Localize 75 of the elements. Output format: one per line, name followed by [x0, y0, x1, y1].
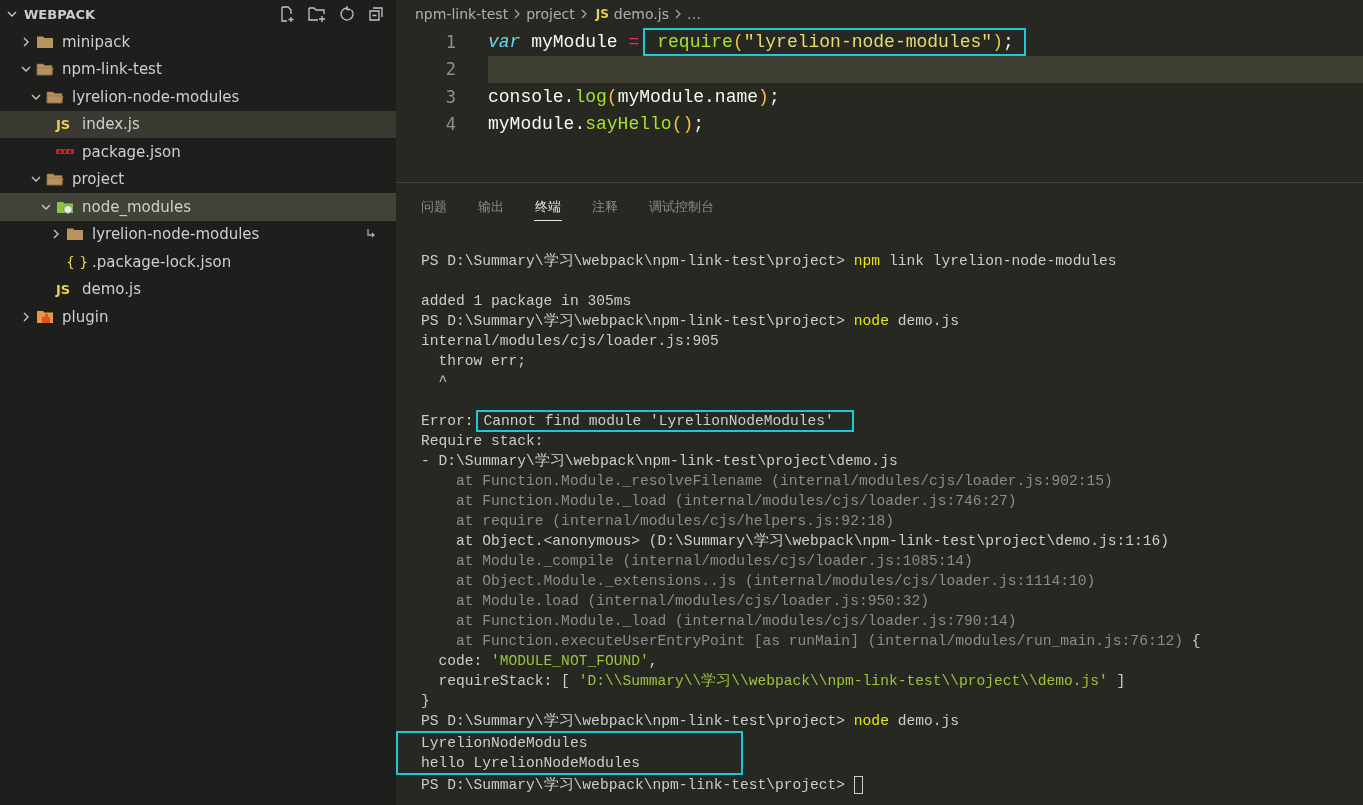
terminal-line: }: [421, 692, 431, 711]
terminal-line: at Module._compile (internal/modules/cjs/loader.js:1085:14): [455, 552, 974, 571]
js-file-icon: JS: [56, 116, 71, 132]
breadcrumb-item[interactable]: demo.js: [613, 6, 669, 22]
terminal-line: PS D:\Summary\学习\webpack\npm-link-test\project> node demo.js: [421, 312, 960, 331]
terminal-line: requireStack: [ 'D:\\Summary\\学习\\webpack\\npm-link-test\\project\\demo.js' ]: [437, 672, 1127, 691]
breadcrumb-item[interactable]: project: [526, 6, 575, 22]
chevron-icon: [579, 8, 588, 20]
json-file-icon: { }: [66, 253, 89, 270]
tree-item[interactable]: lyrelion-node-modules: [0, 83, 396, 111]
terminal-line: added 1 package in 305ms: [421, 292, 633, 311]
new-folder-icon[interactable]: [307, 5, 327, 23]
terminal-line: at Object.Module._extensions..js (internal/modules/cjs/loader.js:1114:10): [455, 572, 1097, 591]
panel-tab[interactable]: 问题: [420, 193, 448, 221]
terminal-text: Error:: [421, 412, 474, 431]
terminal-line: at Function.Module._load (internal/modules/cjs/loader.js:790:14): [455, 612, 1018, 631]
panel-tab[interactable]: 注释: [591, 193, 619, 221]
terminal-line: at Module.load (internal/modules/cjs/loader.js:950:32): [455, 592, 930, 611]
tree-item[interactable]: npm-link-test: [0, 55, 396, 83]
line-number: 2: [444, 59, 456, 80]
collapse-all-icon[interactable]: [367, 5, 385, 23]
terminal-line: PS D:\Summary\学习\webpack\npm-link-test\project> node demo.js: [421, 712, 960, 731]
terminal-line: at Function.Module._resolveFilename (internal/modules/cjs/loader.js:902:15): [455, 472, 1114, 491]
js-file-icon: JS: [595, 7, 609, 21]
terminal-line: code: 'MODULE_NOT_FOUND',: [437, 652, 659, 671]
code-line: myModule.sayHello();: [488, 114, 705, 135]
folder-icon: [36, 34, 54, 49]
highlighted-text: Cannot find module 'LyrelionNodeModules': [475, 410, 854, 432]
tree-item[interactable]: minipack: [0, 28, 396, 56]
tree-item[interactable]: package.json: [0, 138, 396, 166]
chevron-icon: [513, 8, 522, 20]
terminal-line: at require (internal/modules/cjs/helpers.js:92:18): [455, 512, 895, 531]
folder-icon: [36, 308, 54, 325]
new-file-icon[interactable]: [278, 5, 296, 23]
terminal-line: hello LyrelionNodeModules: [421, 754, 641, 773]
breadcrumb-item[interactable]: npm-link-test: [415, 6, 509, 22]
code-text: myModule: [530, 31, 619, 52]
terminal-line: ^: [437, 372, 449, 391]
terminal-line: LyrelionNodeModules: [421, 734, 589, 753]
breadcrumb-item[interactable]: …: [686, 6, 701, 22]
code-text: var: [488, 31, 521, 52]
tree-item[interactable]: JS index.js: [0, 110, 396, 138]
tree-item[interactable]: { } .package-lock.json: [0, 248, 396, 276]
folder-icon: [46, 89, 64, 104]
line-number: 1: [444, 31, 456, 52]
terminal-line: at Function.executeUserEntryPoint [as runMain] (internal/modules/run_main.js:76:12) {: [455, 632, 1202, 651]
panel-tab[interactable]: 终端: [534, 193, 562, 221]
tree-item[interactable]: plugin: [0, 303, 396, 331]
terminal-line: at Object.<anonymous> (D:\Summary\学习\webpack\npm-link-test\project\demo.js:1:16): [455, 532, 1171, 551]
explorer-title: WEBPACK: [24, 6, 96, 22]
chevron-icon: [673, 8, 682, 20]
tree-item[interactable]: JS demo.js: [0, 275, 396, 303]
line-number: 3: [444, 86, 456, 107]
folder-icon: [36, 62, 54, 77]
terminal-line: Require stack:: [421, 432, 545, 451]
panel-tab[interactable]: 调试控制台: [648, 193, 715, 221]
terminal-line: internal/modules/cjs/loader.js:905: [421, 332, 720, 351]
terminal-line: PS D:\Summary\学习\webpack\npm-link-test\project> npm link lyrelion-node-modules: [421, 252, 1118, 271]
line-number: 4: [444, 114, 456, 135]
js-file-icon: JS: [56, 281, 71, 297]
folder-icon: [66, 227, 84, 242]
npm-file-icon: [56, 147, 74, 156]
highlighted-code: require("lyrelion-node-modules");: [643, 27, 1026, 56]
refresh-icon[interactable]: [338, 5, 356, 23]
tree-item[interactable]: project: [0, 165, 396, 193]
terminal-line: at Function.Module._load (internal/modules/cjs/loader.js:746:27): [455, 492, 1018, 511]
folder-icon: [46, 172, 64, 187]
code-line: console.log(myModule.name);: [488, 86, 780, 107]
terminal-line: throw err;: [437, 352, 528, 371]
panel-tab[interactable]: 输出: [477, 193, 505, 221]
tree-item[interactable]: node_modules: [0, 193, 396, 221]
code-text: =: [628, 31, 640, 52]
terminal-line: - D:\Summary\学习\webpack\npm-link-test\project\demo.js: [421, 452, 899, 471]
terminal-text: PS D:\Summary\学习\webpack\npm-link-test\project>: [421, 776, 847, 795]
tree-item[interactable]: lyrelion-node-modules: [0, 220, 396, 248]
